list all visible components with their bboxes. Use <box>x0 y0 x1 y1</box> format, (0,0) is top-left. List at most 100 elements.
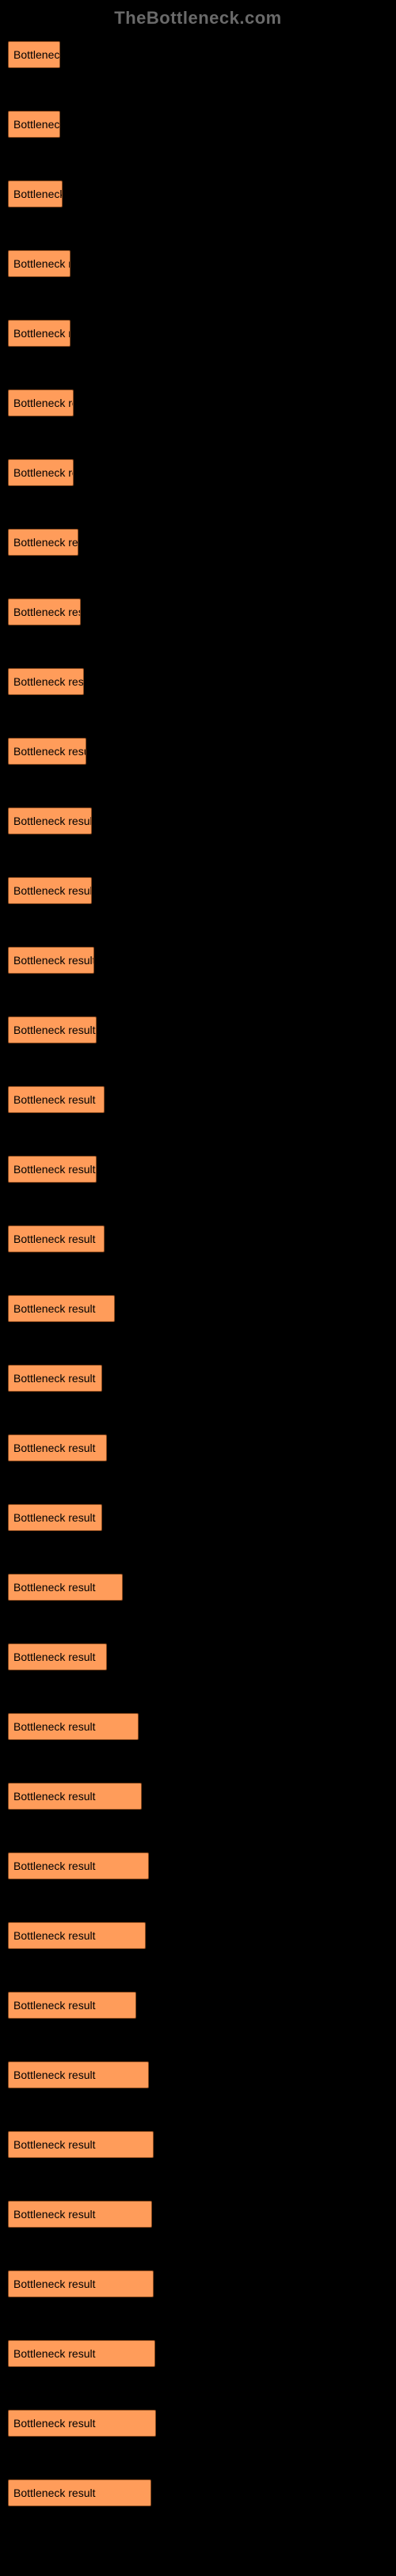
chart-row: Bottleneck result <box>8 111 388 138</box>
chart-bar: Bottleneck result <box>8 598 81 625</box>
bar-category-label: Bottleneck result <box>13 327 70 340</box>
chart-row: Bottleneck result <box>8 1225 388 1252</box>
chart-bar: Bottleneck result <box>8 1086 105 1113</box>
chart-bar: Bottleneck result <box>8 1713 139 1740</box>
chart-bar: Bottleneck result <box>8 1992 136 2019</box>
bar-category-label: Bottleneck result <box>13 397 74 409</box>
bar-category-label: Bottleneck result <box>13 745 86 758</box>
chart-bar: Bottleneck result <box>8 1016 97 1043</box>
chart-row: Bottleneck result <box>8 738 388 765</box>
chart-bar: Bottleneck result <box>8 2340 155 2367</box>
chart-bar: Bottleneck result <box>8 807 92 834</box>
bar-category-label: Bottleneck result <box>13 1024 96 1036</box>
chart-bar: Bottleneck result <box>8 738 86 765</box>
bar-percent-label: 55.9 <box>152 2270 178 2297</box>
chart-track: Bottleneck result56.3 <box>8 2340 269 2367</box>
chart-row: Bottleneck result 52.6 <box>8 1922 388 1949</box>
chart-track: Bottleneck result <box>8 947 269 974</box>
chart-bar: Bottleneck result <box>8 2061 149 2088</box>
chart-bar: Bottleneck result <box>8 1295 115 1322</box>
bar-percent-label: 55% <box>150 2201 177 2228</box>
bar-percent-label: 49 <box>135 1992 152 2019</box>
bar-category-label: Bottleneck result <box>13 1302 96 1315</box>
bar-category-label: Bottleneck result <box>13 1720 96 1733</box>
bar-category-label: Bottleneck result <box>13 1860 96 1872</box>
bar-category-label: Bottleneck result <box>13 1581 96 1594</box>
bar-category-label: Bottleneck result <box>13 1372 96 1385</box>
bar-category-label: Bottleneck result <box>13 675 84 688</box>
chart-row: Bottleneck result <box>8 1016 388 1043</box>
bar-category-label: Bottleneck result <box>13 606 81 618</box>
bar-category-label: Bottleneck result <box>13 2069 96 2081</box>
chart-row: Bottleneck result <box>8 250 388 277</box>
bar-category-label: Bottleneck result <box>13 1929 96 1942</box>
chart-bar: Bottleneck result <box>8 877 92 904</box>
bar-category-label: Bottleneck result <box>13 2278 96 2290</box>
bar-category-label: Bottleneck result <box>13 1442 96 1454</box>
chart-track: Bottleneck result <box>8 459 269 486</box>
chart-track: Bottleneck result <box>8 738 269 765</box>
chart-row: Bottleneck result <box>8 1086 388 1113</box>
chart-bar: Bottleneck result <box>8 1922 146 1949</box>
chart-track: Bottleneck result <box>8 1643 269 1670</box>
chart-track: Bottleneck result <box>8 1156 269 1183</box>
bar-category-label: Bottleneck result <box>13 48 60 61</box>
bar-category-label: Bottleneck result <box>13 2487 96 2499</box>
chart-row: Bottleneck result <box>8 807 388 834</box>
chart-track: Bottleneck result <box>8 1434 269 1461</box>
chart-row: Bottleneck result53.8 <box>8 2061 388 2088</box>
chart-bar: Bottleneck result <box>8 459 74 486</box>
bar-category-label: Bottleneck result <box>13 954 94 967</box>
chart-row: Bottleneck result <box>8 41 388 68</box>
chart-row: Bottleneck result <box>8 320 388 347</box>
bar-percent-label: 56.8 <box>154 2410 181 2437</box>
chart-track: Bottleneck result55.7 <box>8 2131 269 2158</box>
chart-track: Bottleneck result <box>8 668 269 695</box>
chart-row: Bottleneck result54% <box>8 1852 388 1879</box>
bar-percent-label: 54.8 <box>150 2479 176 2506</box>
chart-row: Bottleneck result <box>8 1295 388 1322</box>
chart-bar: Bottleneck result <box>8 1434 107 1461</box>
page-root: TheBottleneck.com Bottleneck resultBottl… <box>0 0 396 2576</box>
bar-percent-label: 51. <box>140 1783 160 1810</box>
chart-bar: Bottleneck result <box>8 180 63 207</box>
chart-track: Bottleneck result <box>8 1086 269 1113</box>
chart-track: Bottleneck result <box>8 529 269 556</box>
bottleneck-bar-chart: Bottleneck resultBottleneck resultBottle… <box>0 41 396 2568</box>
chart-bar: Bottleneck result <box>8 2131 154 2158</box>
chart-row: Bottleneck result4 <box>8 1574 388 1601</box>
bar-category-label: Bottleneck result <box>13 466 74 479</box>
chart-track: Bottleneck result4 <box>8 1574 269 1601</box>
bar-category-label: Bottleneck result <box>13 1233 96 1245</box>
chart-row: Bottleneck result <box>8 1365 388 1392</box>
bar-category-label: Bottleneck result <box>13 1511 96 1524</box>
bar-category-label: Bottleneck result <box>13 2208 96 2221</box>
chart-row: Bottleneck result <box>8 389 388 416</box>
chart-row: Bottleneck result <box>8 947 388 974</box>
chart-bar: Bottleneck result <box>8 2479 151 2506</box>
chart-track: Bottleneck result 55.9 <box>8 2270 269 2297</box>
chart-track: Bottleneck result <box>8 1504 269 1531</box>
chart-bar: Bottleneck result <box>8 1504 102 1531</box>
chart-bar: Bottleneck result <box>8 1225 105 1252</box>
chart-track: Bottleneck result <box>8 389 269 416</box>
chart-row: Bottleneck result <box>8 1504 388 1531</box>
chart-track: Bottleneck result <box>8 1016 269 1043</box>
chart-row: Bottleneck result <box>8 180 388 207</box>
chart-row: Bottleneck result51. <box>8 1783 388 1810</box>
chart-row: Bottleneck result <box>8 529 388 556</box>
chart-track: Bottleneck result <box>8 41 269 68</box>
chart-bar: Bottleneck result <box>8 2201 152 2228</box>
bar-percent-label: 52.6 <box>144 1922 170 1949</box>
chart-bar: Bottleneck result <box>8 529 78 556</box>
chart-bar: Bottleneck result <box>8 320 70 347</box>
chart-bar: Bottleneck result <box>8 1643 107 1670</box>
chart-bar: Bottleneck result <box>8 1852 149 1879</box>
chart-row: Bottleneck result49 <box>8 1992 388 2019</box>
chart-track: Bottleneck result <box>8 598 269 625</box>
chart-track: Bottleneck result <box>8 320 269 347</box>
chart-bar: Bottleneck result <box>8 41 60 68</box>
bar-category-label: Bottleneck result <box>13 2417 96 2430</box>
bar-category-label: Bottleneck result <box>13 1093 96 1106</box>
bar-percent-label: 50 <box>137 1713 154 1740</box>
